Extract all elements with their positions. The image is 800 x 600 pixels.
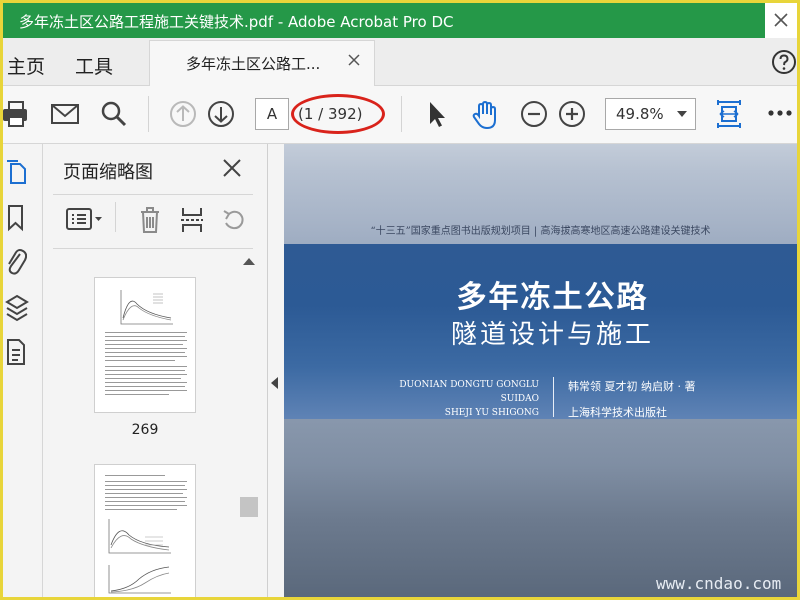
highlight-oval	[291, 94, 385, 134]
site-watermark: www.cndao.com	[656, 574, 782, 593]
thumbnail-scrollbar[interactable]	[239, 254, 259, 597]
close-icon	[774, 13, 788, 27]
page-thumbnail[interactable]	[94, 464, 196, 597]
panel-tool-divider	[115, 202, 116, 232]
panel-divider	[53, 194, 253, 195]
acrobat-window: 多年冻土区公路工程施工关键技术.pdf - Adobe Acrobat Pro …	[0, 0, 800, 600]
scroll-up-arrow[interactable]	[243, 258, 255, 265]
cover-pinyin-line: SHEJI YU SHIGONG	[444, 408, 539, 418]
rotate-icon[interactable]	[221, 206, 247, 234]
zoom-in-icon[interactable]	[558, 100, 586, 128]
cover-pinyin-line: SUIDAO	[500, 394, 539, 404]
document-icon[interactable]	[5, 338, 27, 366]
window-close-button[interactable]	[765, 3, 797, 38]
cover-title: 多年冻土公路	[456, 280, 649, 315]
attachment-icon[interactable]	[5, 246, 27, 276]
previous-page-icon[interactable]	[169, 100, 197, 128]
search-icon[interactable]	[100, 100, 128, 128]
collapse-panel-arrow[interactable]	[271, 377, 278, 389]
more-options-icon[interactable]	[767, 109, 793, 117]
help-icon[interactable]	[771, 49, 797, 75]
close-icon[interactable]	[221, 157, 243, 179]
trash-icon[interactable]	[139, 206, 161, 234]
panel-title: 页面缩略图	[63, 162, 153, 183]
cover-divider	[553, 377, 554, 417]
tab-close-icon[interactable]	[346, 52, 362, 68]
toolbar-divider	[148, 96, 149, 132]
cover-pinyin-line: DUONIAN DONGTU GONGLU	[399, 380, 539, 390]
zoom-level-dropdown[interactable]: 49.8%	[605, 98, 696, 130]
document-view[interactable]: “十三五”国家重点图书出版规划项目 | 高海拔高寒地区高速公路建设关键技术 多年…	[284, 144, 797, 597]
thumbnails-panel: 页面缩略图 269	[43, 144, 268, 597]
cover-publisher: 上海科学技术出版社	[568, 406, 667, 419]
cover-subtitle: 隧道设计与施工	[450, 320, 654, 350]
cover-authors: 韩常领 夏才初 纳启财 · 著	[568, 380, 696, 393]
scrollbar-thumb[interactable]	[240, 497, 258, 517]
navigation-rail	[3, 144, 43, 597]
print-icon[interactable]	[3, 100, 29, 128]
thumbnail-graph	[108, 519, 171, 554]
page-number-input[interactable]: A	[255, 98, 289, 130]
tab-document[interactable]: 多年冻土区公路工...	[149, 40, 375, 87]
tab-document-label: 多年冻土区公路工...	[186, 55, 321, 73]
hand-tool-icon[interactable]	[471, 100, 499, 130]
cover-series-line: “十三五”国家重点图书出版规划项目 | 高海拔高寒地区高速公路建设关键技术	[370, 226, 711, 237]
page-thumbnail[interactable]	[94, 277, 196, 413]
email-icon[interactable]	[50, 100, 80, 128]
zoom-out-icon[interactable]	[520, 100, 548, 128]
tab-home[interactable]: 主页	[7, 52, 45, 79]
fit-page-icon[interactable]	[716, 98, 742, 130]
bookmark-icon[interactable]	[5, 204, 27, 232]
toolbar-divider	[401, 96, 402, 132]
zoom-level-value: 49.8%	[616, 105, 664, 123]
thumbnail-page-label: 269	[131, 422, 159, 438]
select-cursor-icon[interactable]	[427, 100, 447, 128]
chevron-down-icon	[677, 111, 687, 117]
window-title: 多年冻土区公路工程施工关键技术.pdf - Adobe Acrobat Pro …	[19, 13, 454, 31]
thumbnail-graph	[120, 290, 173, 325]
tab-tools[interactable]: 工具	[75, 52, 113, 79]
next-page-icon[interactable]	[207, 100, 235, 128]
tab-bar: 主页 工具 多年冻土区公路工...	[3, 38, 797, 87]
panel-divider	[53, 248, 253, 249]
title-bar: 多年冻土区公路工程施工关键技术.pdf - Adobe Acrobat Pro …	[3, 3, 797, 38]
thumbnail-graph	[108, 565, 171, 594]
main-toolbar: A (1 / 392) 49.8%	[3, 86, 797, 144]
pages-icon[interactable]	[5, 158, 29, 186]
insert-page-icon[interactable]	[179, 206, 205, 234]
layers-icon[interactable]	[5, 294, 29, 322]
thumbnail-options-icon[interactable]	[65, 206, 105, 232]
